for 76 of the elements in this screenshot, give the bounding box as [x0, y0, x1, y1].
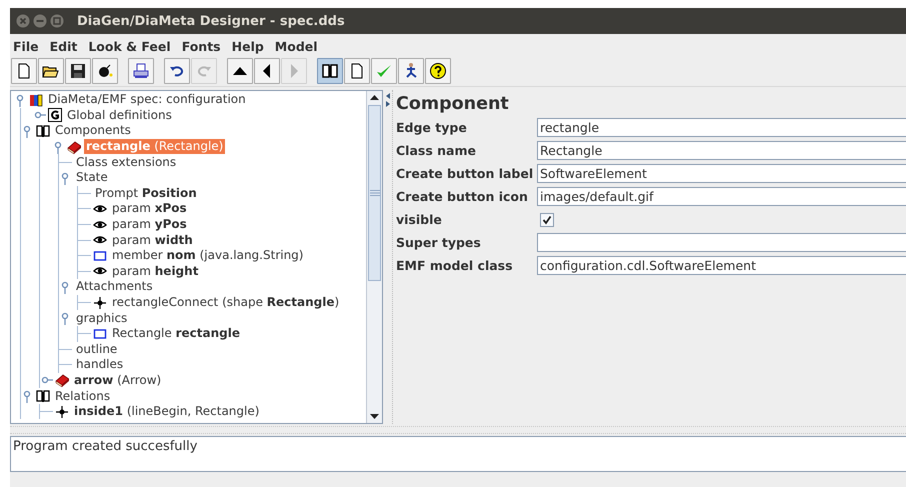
toolbar-button[interactable]	[92, 58, 118, 84]
open-book-icon	[36, 389, 50, 404]
text-field[interactable]: configuration.cdl.SoftwareElement	[537, 256, 906, 275]
text-field[interactable]: SoftwareElement	[537, 164, 906, 183]
tree-node[interactable]: param width	[110, 232, 195, 248]
tree-node[interactable]: arrow (Arrow)	[72, 372, 164, 388]
tree-node[interactable]: graphics	[74, 310, 130, 326]
book-icon	[55, 373, 69, 388]
menu-item[interactable]: Edit	[50, 38, 78, 54]
toolbar-button[interactable]	[425, 58, 451, 84]
book-icon	[321, 62, 339, 80]
tree-node[interactable]: param xPos	[110, 201, 189, 216]
window-title: DiaGen/DiaMeta Designer - spec.dds	[77, 14, 345, 28]
toolbar-button[interactable]	[254, 58, 280, 84]
tree-node[interactable]: outline	[74, 342, 120, 357]
text-field[interactable]	[537, 233, 906, 252]
text-field[interactable]: images/default.gif	[537, 187, 906, 206]
tree-node[interactable]: param height	[110, 264, 200, 279]
tree-node[interactable]: handles	[74, 357, 126, 372]
book-icon	[67, 140, 81, 154]
toolbar-button[interactable]	[344, 58, 370, 84]
collapse-arrows-icon[interactable]	[384, 92, 390, 108]
menu-item[interactable]: Help	[232, 38, 264, 54]
tree-node[interactable]: rectangleConnect (shape Rectangle)	[110, 295, 342, 310]
scrollbar[interactable]	[366, 91, 382, 423]
scrollbar-thumb[interactable]	[368, 105, 381, 281]
maximize-icon[interactable]	[50, 14, 64, 28]
field-label: Super types	[396, 235, 482, 250]
menu-item[interactable]: Look & Feel	[88, 38, 171, 54]
field-label: Create button label	[396, 166, 534, 181]
tree-node[interactable]: Relations	[53, 388, 112, 404]
printer-icon	[132, 62, 150, 80]
toolbar-button[interactable]	[398, 58, 424, 84]
project-icon	[29, 92, 43, 107]
checkbox[interactable]	[540, 212, 554, 226]
cross-icon	[93, 296, 107, 310]
toolbar-button[interactable]	[317, 58, 343, 84]
tree-node[interactable]: inside1 (lineBegin, Rectangle)	[72, 404, 262, 420]
menu-item[interactable]: File	[13, 38, 39, 54]
field-label: EMF model class	[396, 258, 514, 273]
rectangle-icon	[93, 248, 107, 263]
tree-node[interactable]: member nom (java.lang.String)	[110, 248, 306, 264]
save-icon	[69, 62, 87, 80]
toolbar-button[interactable]	[38, 58, 64, 84]
panel-title: Component	[396, 93, 510, 116]
tree-node[interactable]: Rectangle rectangle	[110, 326, 242, 342]
field-label: Create button icon	[396, 189, 529, 204]
toolbar-button[interactable]	[227, 58, 253, 84]
field-label: Class name	[396, 143, 477, 158]
tree-node[interactable]: Components	[53, 123, 133, 138]
tree-node[interactable]: Prompt Position	[93, 186, 199, 201]
field-label: visible	[396, 212, 443, 227]
tree-node[interactable]: Global definitions	[65, 108, 174, 123]
tree-node[interactable]: State	[74, 170, 110, 186]
toolbar-button[interactable]	[164, 58, 190, 84]
text-field[interactable]: rectangle	[537, 118, 906, 137]
menu-item[interactable]: Fonts	[182, 38, 221, 54]
menu-item[interactable]: Model	[274, 38, 318, 54]
cross-icon	[55, 404, 69, 419]
console-message: Program created succesfully	[13, 439, 198, 454]
field-label: Edge type	[396, 120, 468, 135]
rectangle-icon	[93, 326, 107, 341]
text-field[interactable]: Rectangle	[537, 141, 906, 160]
toolbar-button[interactable]	[11, 58, 37, 84]
toolbar-button[interactable]	[65, 58, 91, 84]
tree-node[interactable]: DiaMeta/EMF spec: configuration	[46, 92, 248, 108]
help-icon	[429, 62, 447, 80]
minimize-icon[interactable]	[33, 14, 47, 28]
tree-node[interactable]: Class extensions	[74, 154, 178, 170]
toolbar-button[interactable]	[128, 58, 154, 84]
close-icon[interactable]	[16, 14, 30, 28]
bomb-icon	[96, 62, 114, 80]
letter-g-icon	[48, 108, 62, 122]
tree-node[interactable]: Attachments	[74, 279, 155, 294]
open-book-icon	[36, 124, 50, 138]
tree-node[interactable]: param yPos	[110, 217, 189, 232]
